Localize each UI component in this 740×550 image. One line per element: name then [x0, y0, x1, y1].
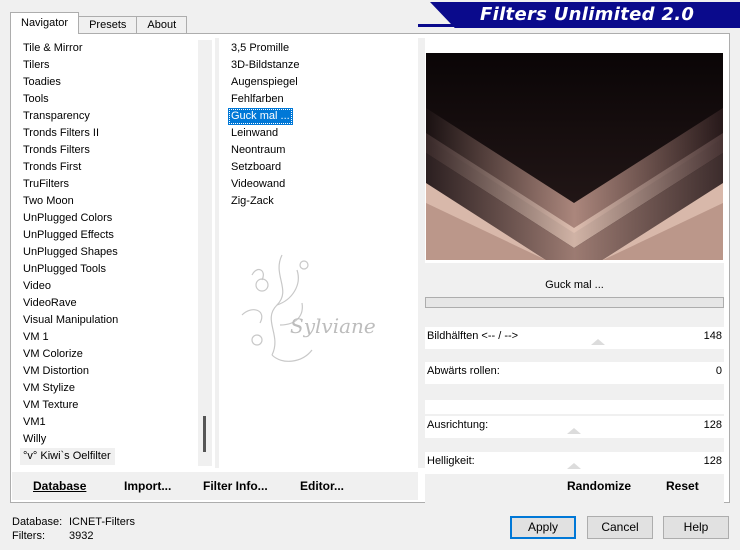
param-slider-abwaerts-rollen[interactable]: Abwärts rollen: 0	[425, 362, 724, 384]
category-item[interactable]: Tile & Mirror	[20, 40, 198, 57]
app-title: Filters Unlimited 2.0	[480, 4, 695, 25]
category-item[interactable]: Visual Manipulation	[20, 312, 198, 329]
category-item[interactable]: VM Distortion	[20, 363, 198, 380]
tab-bar: Navigator Presets About	[10, 12, 188, 34]
filter-info-button[interactable]: Filter Info...	[203, 479, 268, 493]
category-item[interactable]: Tools	[20, 91, 198, 108]
param-empty-row	[425, 400, 724, 414]
filter-info-button-label: Filter Info...	[203, 479, 268, 493]
tab-presets[interactable]: Presets	[78, 16, 138, 34]
param-label: Ausrichtung:	[427, 419, 489, 431]
filter-item[interactable]: Setzboard	[228, 159, 414, 176]
category-scrollbar-thumb[interactable]	[203, 416, 206, 452]
param-spacer	[425, 309, 724, 323]
tab-about[interactable]: About	[136, 16, 188, 34]
tab-navigator[interactable]: Navigator	[10, 12, 80, 34]
current-filter-name: Guck mal ...	[425, 274, 724, 296]
param-value: 128	[703, 455, 722, 467]
filter-item[interactable]: Videowand	[228, 176, 414, 193]
help-button[interactable]: Help	[663, 516, 729, 539]
category-item[interactable]: VM1	[20, 414, 198, 431]
slider-thumb-icon[interactable]	[567, 428, 581, 434]
param-label: Abwärts rollen:	[427, 365, 500, 377]
category-item[interactable]: VM Colorize	[20, 346, 198, 363]
category-item[interactable]: UnPlugged Effects	[20, 227, 198, 244]
param-spacer	[425, 349, 724, 363]
filter-item[interactable]: Guck mal ...	[228, 108, 293, 125]
category-item[interactable]: Two Moon	[20, 193, 198, 210]
param-value: 0	[715, 365, 722, 377]
cancel-button[interactable]: Cancel	[587, 516, 653, 539]
filter-preview-image	[426, 53, 723, 260]
progress-bar	[425, 297, 724, 308]
reset-button[interactable]: Reset	[666, 479, 699, 493]
param-slider-ausrichtung[interactable]: Ausrichtung: 128	[425, 416, 724, 438]
category-item[interactable]: °v° Kiwi`s Oelfilter	[20, 448, 115, 465]
filter-item[interactable]: Fehlfarben	[228, 91, 414, 108]
param-label: Helligkeit:	[427, 455, 475, 467]
category-item[interactable]: UnPlugged Tools	[20, 261, 198, 278]
status-database-value: ICNET-Filters	[69, 516, 135, 528]
filter-item[interactable]: Zig-Zack	[228, 193, 414, 210]
category-item[interactable]: Tilers	[20, 57, 198, 74]
status-database-label: Database:	[12, 516, 63, 528]
category-scrollbar[interactable]	[198, 40, 212, 466]
param-slider-bildhaelften[interactable]: Bildhälften <-- / --> 148	[425, 327, 724, 349]
panel-divider	[418, 38, 425, 468]
filter-item[interactable]: Neontraum	[228, 142, 414, 159]
filter-list[interactable]: 3,5 Promille 3D-Bildstanze Augenspiegel Feh…	[228, 40, 414, 210]
category-item[interactable]: TruFilters	[20, 176, 198, 193]
category-item[interactable]: VideoRave	[20, 295, 198, 312]
param-value: 148	[703, 330, 722, 342]
database-button-label: Database	[33, 479, 87, 493]
watermark-text: Sylviane	[290, 314, 376, 338]
category-item[interactable]: VM 1	[20, 329, 198, 346]
category-item[interactable]: UnPlugged Colors	[20, 210, 198, 227]
list-divider	[215, 38, 219, 468]
status-info: Database: ICNET-Filters Filters: 3932	[12, 515, 135, 543]
param-label: Bildhälften <-- / -->	[427, 330, 519, 342]
status-filters-label: Filters:	[12, 530, 45, 542]
category-item[interactable]: UnPlugged Shapes	[20, 244, 198, 261]
category-item[interactable]: Video	[20, 278, 198, 295]
apply-button[interactable]: Apply	[510, 516, 576, 539]
category-item[interactable]: Transparency	[20, 108, 198, 125]
import-button-label: Import...	[124, 479, 172, 493]
database-button[interactable]: Database	[33, 479, 86, 493]
randomize-button[interactable]: Randomize	[567, 479, 631, 493]
category-item[interactable]: Tronds Filters II	[20, 125, 198, 142]
category-item[interactable]: Willy	[20, 431, 198, 448]
editor-button[interactable]: Editor...	[300, 479, 344, 493]
category-item[interactable]: Toadies	[20, 74, 198, 91]
category-list[interactable]: Tile & Mirror Tilers Toadies Tools Transpare…	[20, 40, 198, 466]
param-value: 128	[703, 419, 722, 431]
filter-item[interactable]: 3,5 Promille	[228, 40, 414, 57]
import-button[interactable]: Import...	[124, 479, 171, 493]
status-filters-value: 3932	[69, 530, 94, 542]
category-item[interactable]: VM Texture	[20, 397, 198, 414]
slider-thumb-icon[interactable]	[567, 463, 581, 469]
slider-thumb-icon[interactable]	[591, 339, 605, 345]
editor-button-label: Editor...	[300, 479, 345, 493]
watermark-logo: Sylviane	[241, 254, 376, 362]
filter-item[interactable]: Leinwand	[228, 125, 414, 142]
category-item[interactable]: Tronds First	[20, 159, 198, 176]
filter-item[interactable]: Augenspiegel	[228, 74, 414, 91]
param-spacer	[425, 384, 724, 400]
category-item[interactable]: VM Stylize	[20, 380, 198, 397]
param-spacer	[425, 438, 724, 452]
filter-item[interactable]: 3D-Bildstanze	[228, 57, 414, 74]
category-item[interactable]: Tronds Filters	[20, 142, 198, 159]
